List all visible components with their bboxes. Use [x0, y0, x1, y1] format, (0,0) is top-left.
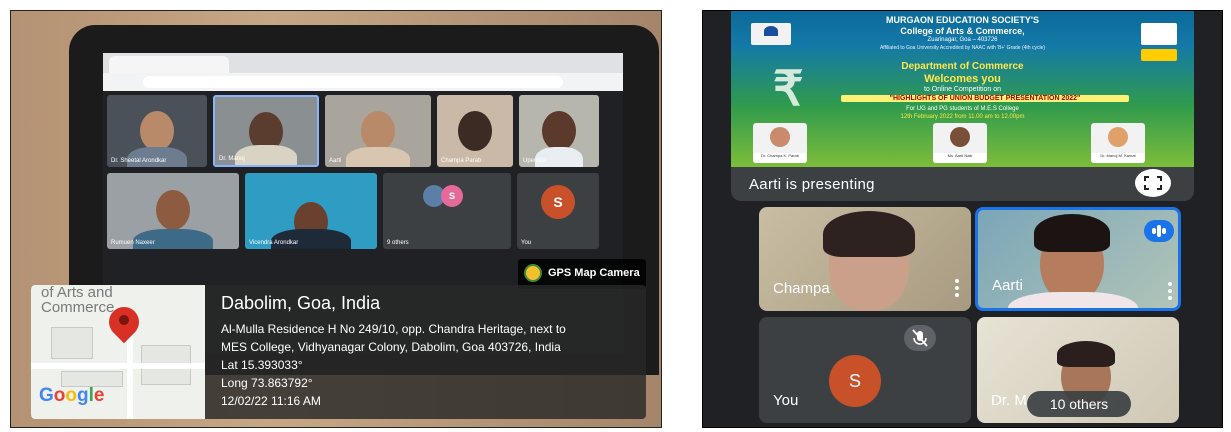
speaker-card: Ms. Aarti Naik [933, 123, 987, 163]
tile-name: Dr. Sheetal Arondkar [111, 158, 167, 164]
speaker-caption: Ms. Aarti Naik [933, 153, 987, 163]
more-options-icon[interactable] [955, 279, 959, 300]
avatar: S [441, 185, 463, 207]
map-thumbnail: of Arts and Commerce Google [31, 285, 205, 419]
poster-department: Department of Commerce [901, 61, 1024, 72]
gps-camera-label: GPS Map Camera [548, 267, 640, 279]
participant-hair [823, 211, 915, 257]
event-poster: MURGAON EDUCATION SOCIETY'S College of A… [731, 11, 1194, 167]
poster-affiliation: Affiliated to Goa University Accredited … [879, 45, 1046, 51]
speaker-caption: Dr. Champa K. Parab [753, 153, 807, 163]
meet-tile[interactable]: Champa Parab [437, 95, 513, 167]
meet-tile[interactable]: Aarti [325, 95, 431, 167]
others-count-badge[interactable]: 10 others [1027, 391, 1131, 417]
participant-name: Aarti [992, 277, 1023, 294]
participant-hair [1057, 341, 1115, 367]
tile-name: Rumuen Naxeer [111, 240, 155, 246]
tile-name: Champa Parab [441, 158, 482, 164]
geotag-panel: of Arts and Commerce Google Dabolim, Goa… [31, 285, 646, 419]
poster-address: Zuarinagar, Goa – 403726 [927, 37, 998, 43]
map-block [51, 327, 93, 359]
geotag-text: Dabolim, Goa, India Al-Mulla Residence H… [221, 293, 641, 410]
timestamp: 12/02/22 11:16 AM [221, 394, 321, 408]
address-line: Al-Mulla Residence H No 249/10, opp. Cha… [221, 322, 566, 336]
participant-tile-you[interactable]: S You [759, 317, 971, 423]
participant-face [361, 110, 395, 151]
google-logo: Google [39, 385, 105, 406]
participant-body [535, 147, 583, 167]
presentation-panel[interactable]: MURGAON EDUCATION SOCIETY'S College of A… [731, 11, 1194, 201]
participant-tile-aarti[interactable]: Aarti [975, 207, 1181, 311]
participant-face [140, 110, 174, 151]
poster-society: MURGAON EDUCATION SOCIETY'S [886, 15, 1039, 25]
mic-off-icon [904, 325, 936, 351]
participant-body [271, 229, 351, 249]
participant-body [127, 147, 187, 167]
fullscreen-icon [1144, 176, 1162, 190]
avatar: S [541, 185, 575, 219]
meet-tile[interactable]: Dr. Manoj [213, 95, 319, 167]
speaker-photo [1108, 127, 1128, 147]
poster-for: For UG and PG students of M.E.S College [906, 106, 1019, 112]
participant-body [346, 147, 410, 167]
tile-name: 9 others [387, 240, 409, 246]
browser-tab-bar [103, 53, 623, 73]
tile-name: You [521, 240, 532, 246]
avatar: S [829, 355, 881, 407]
participant-body [133, 229, 213, 249]
browser-tab[interactable] [109, 56, 229, 73]
participant-name: Dr. M [991, 392, 1027, 409]
gps-camera-icon [524, 264, 542, 282]
longitude: Long 73.863792° [221, 376, 313, 390]
speaker-card: Dr. Manoj M. Kamat [1091, 123, 1145, 163]
meet-tile[interactable]: S You [517, 173, 599, 249]
browser-url-bar [103, 73, 623, 91]
location-pin-dot [119, 315, 129, 325]
speaker-caption: Dr. Manoj M. Kamat [1091, 153, 1145, 163]
poster-online: to Online Competition on [923, 86, 1002, 93]
left-photo: Dr. Sheetal Arondkar Dr. Manoj Aarti Cha… [10, 10, 662, 428]
map-road [31, 363, 205, 369]
meet-tile[interactable]: Rumuen Naxeer [107, 173, 239, 249]
tile-name: Upendra [523, 158, 547, 164]
participant-hair [1034, 214, 1110, 252]
poster-welcome: Welcomes you [924, 73, 1001, 85]
speaking-indicator-icon [1144, 220, 1174, 242]
participant-name: You [773, 392, 799, 409]
location-title: Dabolim, Goa, India [221, 293, 381, 313]
address-line: MES College, Vidhyanagar Colony, Dabolim… [221, 340, 561, 354]
meet-tile[interactable]: Dr. Sheetal Arondkar [107, 95, 207, 167]
participant-tile-others[interactable]: Dr. M 10 others [977, 317, 1179, 423]
poster-highlight: "HIGHLIGHTS OF UNION BUDGET PRESENTATION… [841, 95, 1129, 102]
map-street-text: of Arts and Commerce [41, 285, 115, 316]
participant-face [156, 189, 190, 230]
poster-date: 12th February 2022 from 11.00 am to 12.0… [900, 114, 1025, 120]
meet-tile[interactable]: Upendra [519, 95, 599, 167]
tile-name: Aarti [329, 158, 342, 164]
speaker-photo [950, 127, 970, 147]
poster-college: College of Arts & Commerce, [900, 26, 1025, 36]
address-field[interactable] [143, 76, 563, 88]
meet-tile[interactable]: S 9 others [383, 173, 511, 249]
participant-face [542, 110, 576, 151]
presenting-caption: Aarti is presenting [749, 176, 875, 193]
participant-face [458, 110, 492, 151]
participant-tile-champa[interactable]: Champa [759, 207, 971, 311]
tile-name: Vicendra Arondkar [249, 240, 299, 246]
participant-name: Champa [773, 280, 830, 297]
latitude: Lat 15.393033° [221, 358, 303, 372]
fullscreen-button[interactable] [1135, 169, 1171, 197]
tile-name: Dr. Manoj [219, 156, 245, 162]
more-options-icon[interactable] [1168, 282, 1172, 303]
speaker-photo [770, 127, 790, 147]
speaker-card: Dr. Champa K. Parab [753, 123, 807, 163]
right-meet-screenshot: MURGAON EDUCATION SOCIETY'S College of A… [702, 10, 1223, 428]
participant-body [1008, 292, 1138, 308]
meet-tile[interactable]: Vicendra Arondkar [245, 173, 377, 249]
